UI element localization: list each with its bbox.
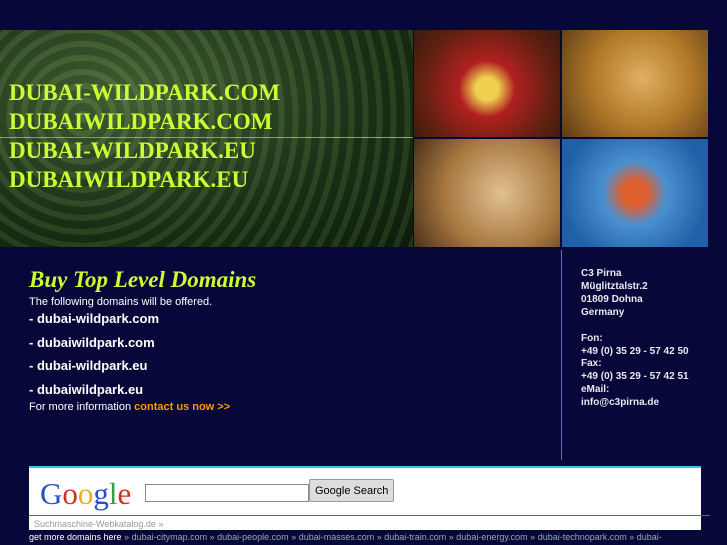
address-line: Müglitztalstr.2 xyxy=(581,280,648,292)
google-search-button[interactable]: Google Search xyxy=(309,479,395,502)
banner-domain: DUBAIWILDPARK.COM xyxy=(9,109,273,134)
footer-label: get more domains here xyxy=(29,532,122,542)
orchid-photo xyxy=(414,30,560,137)
footer-link[interactable]: dubai- xyxy=(637,532,662,542)
fax-number: +49 (0) 35 29 - 57 42 51 xyxy=(581,371,689,383)
page-title: Buy Top Level Domains xyxy=(29,267,257,292)
footer-link[interactable]: dubai-masses.com xyxy=(299,532,375,542)
address-line: eMail: xyxy=(581,384,610,396)
banner-domains: DUBAI-WILDPARK.COM DUBAIWILDPARK.COM DUB… xyxy=(9,78,280,194)
lion-photo xyxy=(414,139,560,247)
address-line: Germany xyxy=(581,306,625,318)
goldfish-photo xyxy=(562,139,708,247)
domain-list: - dubai-wildpark.com - dubaiwildpark.com… xyxy=(29,311,159,405)
address-spacer xyxy=(581,320,689,333)
address-line: 01809 Dohna xyxy=(581,293,643,305)
contact-address: C3 Pirna Müglitztalstr.2 01809 Dohna Ger… xyxy=(581,268,689,410)
domain-item: - dubai-wildpark.eu xyxy=(29,358,148,373)
footer-link[interactable]: dubai-train.com xyxy=(384,532,446,542)
webkatalog-link[interactable]: Suchmaschine-Webkatalog.de » xyxy=(34,519,163,529)
more-info: For more information contact us now >> xyxy=(29,401,230,413)
separator xyxy=(29,515,710,516)
footer-links: get more domains here » dubai-citymap.co… xyxy=(29,532,662,542)
footer-link[interactable]: dubai-energy.com xyxy=(456,532,527,542)
contact-link[interactable]: contact us now >> xyxy=(134,401,230,413)
address-line: Fon: xyxy=(581,332,603,344)
footer-link[interactable]: dubai-citymap.com xyxy=(132,532,208,542)
intro-text: The following domains will be offered. xyxy=(29,296,213,308)
more-info-text: For more information xyxy=(29,401,132,413)
footer-link[interactable]: dubai-people.com xyxy=(217,532,289,542)
email-address[interactable]: info@c3pirna.de xyxy=(581,397,689,410)
domain-item: - dubaiwildpark.com xyxy=(29,334,155,350)
domain-item: - dubai-wildpark.com xyxy=(29,311,160,326)
banner-domain: DUBAI-WILDPARK.EU xyxy=(9,138,256,163)
divider xyxy=(561,250,562,460)
banner-domain: DUBAI-WILDPARK.COM xyxy=(9,80,281,105)
address-line: Fax: xyxy=(581,358,602,370)
address-line: C3 Pirna xyxy=(581,268,622,279)
phone-number: +49 (0) 35 29 - 57 42 50 xyxy=(581,345,689,357)
search-input[interactable] xyxy=(145,484,309,502)
cheetah-photo xyxy=(562,30,708,137)
header-banner: DUBAI-WILDPARK.COM DUBAIWILDPARK.COM DUB… xyxy=(0,30,727,247)
banner-domain: DUBAIWILDPARK.EU xyxy=(9,167,249,192)
google-logo: Google xyxy=(40,476,132,511)
footer-link[interactable]: dubai-technopark.com xyxy=(538,532,627,542)
google-search-box: Google Google Search Suchmaschine-Webkat… xyxy=(29,466,710,530)
